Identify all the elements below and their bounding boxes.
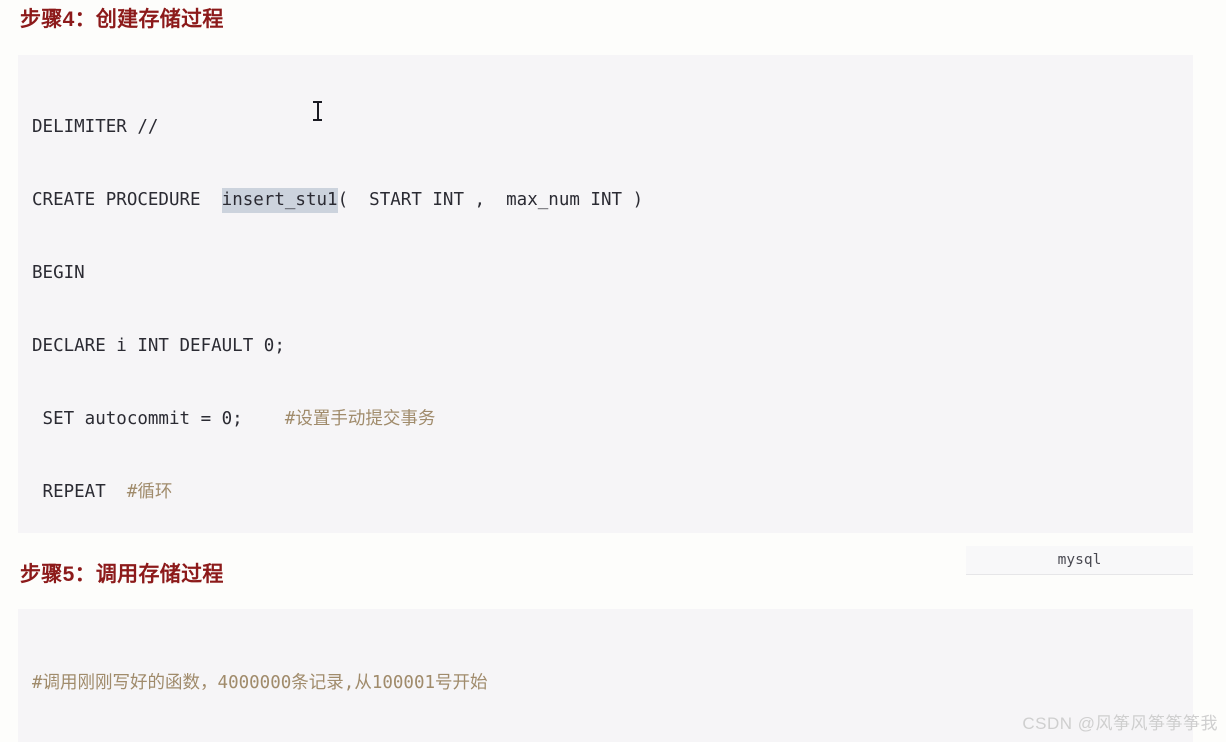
step5-title-text: 步骤5：调用存储过程 [20, 563, 224, 586]
code-block-call-procedure[interactable]: #调用刚刚写好的函数，4000000条记录,从100001号开始 CALL in… [18, 609, 1193, 742]
code-line-2: CREATE PROCEDURE insert_stu1( START INT … [32, 184, 1179, 217]
code-line-5-code: SET autocommit = 0; [32, 409, 285, 429]
code-line-3: BEGIN [32, 263, 85, 283]
code-line-6-code: REPEAT [32, 482, 127, 502]
csdn-watermark: CSDN @风筝风筝筝筝我 [1022, 714, 1218, 733]
code-block-create-procedure[interactable]: DELIMITER // CREATE PROCEDURE insert_stu… [18, 55, 1193, 533]
code2-line-1-comment: #调用刚刚写好的函数，4000000条记录,从100001号开始 [32, 673, 488, 693]
step4-title-text: 步骤4：创建存储过程 [20, 8, 224, 31]
code-line-6-comment: #循环 [126, 482, 173, 502]
language-badge-mysql[interactable]: mysql [966, 546, 1193, 575]
language-badge-label: mysql [1057, 552, 1102, 568]
code-line-4: DECLARE i INT DEFAULT 0; [32, 336, 285, 356]
code-line-1: DELIMITER // [32, 117, 159, 137]
code-line-5-comment: #设置手动提交事务 [284, 409, 436, 429]
code-line-2-suffix: ( START INT , max_num INT ) [337, 190, 644, 210]
code-line-6: REPEAT #循环 [32, 476, 1179, 509]
page-title-step4: 步骤4：创建存储过程 [20, 8, 224, 31]
page-title-step5: 步骤5：调用存储过程 [20, 563, 224, 586]
code-line-2-prefix: CREATE PROCEDURE [32, 190, 222, 210]
selected-identifier[interactable]: insert_stu1 [221, 188, 338, 213]
page-root: 步骤4：创建存储过程 DELIMITER // CREATE PROCEDURE… [0, 0, 1226, 742]
code-line-5: SET autocommit = 0; #设置手动提交事务 [32, 403, 1179, 436]
